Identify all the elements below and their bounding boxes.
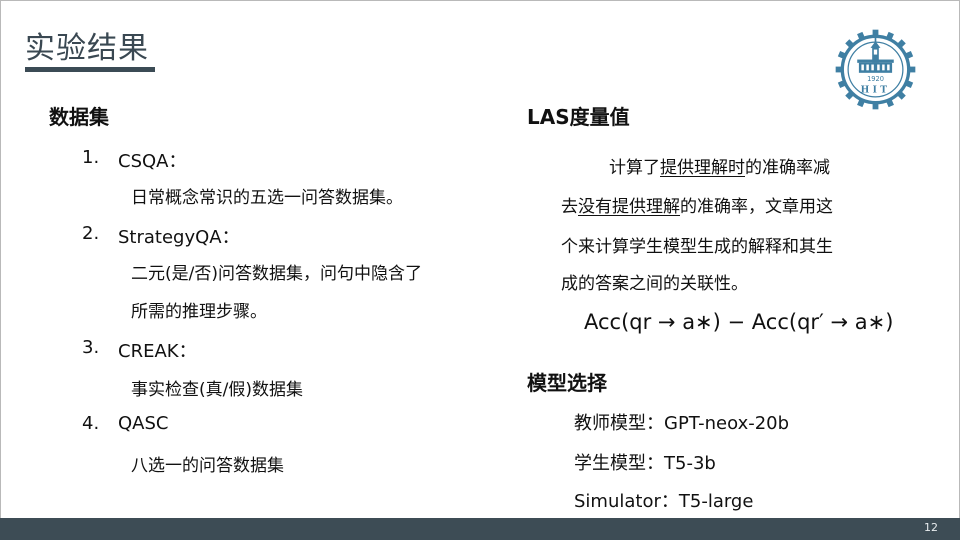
las-text: 去 <box>561 197 578 217</box>
las-formula: Acc(qr → a∗) − Acc(qr′ → a∗) <box>584 310 894 334</box>
las-paragraph-line2: 去没有提供理解的准确率，文章用这 <box>561 192 833 217</box>
las-paragraph-line3: 个来计算学生模型生成的解释和其生 <box>561 237 833 257</box>
teacher-model: 教师模型：GPT-neox-20b <box>574 413 790 434</box>
models-heading: 模型选择 <box>527 371 607 395</box>
dataset-name-csqa: CSQA： <box>118 151 187 172</box>
dataset-name-strategyqa: StrategyQA： <box>118 227 240 248</box>
las-text: 的准确率减 <box>745 158 830 178</box>
footer-bar: 12 <box>0 518 960 540</box>
dataset-number: 1. <box>82 147 100 168</box>
datasets-heading: 数据集 <box>49 105 109 129</box>
dataset-number: 3. <box>82 337 100 358</box>
las-underlined-text: 提供理解时 <box>660 158 745 178</box>
dataset-desc-creak: 事实检查(真/假)数据集 <box>131 380 303 400</box>
slide-title: 实验结果 <box>25 31 149 66</box>
las-text: 的准确率，文章用这 <box>680 197 833 217</box>
dataset-name-qasc: QASC <box>118 413 169 434</box>
slide: 实验结果 1920 HIT 数据集 1. CSQA： 日常概念常识的五选一问答数… <box>0 0 960 540</box>
dataset-name-creak: CREAK： <box>118 341 197 362</box>
dataset-desc-strategyqa: 二元(是/否)问答数据集，问句中隐含了 <box>131 264 422 284</box>
las-heading: LAS度量值 <box>527 105 630 129</box>
title-underline <box>25 67 155 72</box>
page-number: 12 <box>924 521 938 534</box>
logo-year: 1920 <box>867 75 884 83</box>
las-paragraph-line4: 成的答案之间的关联性。 <box>561 274 748 294</box>
dataset-number: 2. <box>82 223 100 244</box>
las-text: 计算了 <box>609 158 660 178</box>
dataset-desc-strategyqa-cont: 所需的推理步骤。 <box>131 302 267 322</box>
dataset-number: 4. <box>82 413 100 434</box>
las-underlined-text: 没有提供理解 <box>578 197 680 217</box>
hit-logo-icon: 1920 HIT <box>835 29 916 110</box>
dataset-desc-qasc: 八选一的问答数据集 <box>131 456 284 476</box>
simulator-model: Simulator：T5-large <box>574 491 754 512</box>
las-paragraph-line1: 计算了提供理解时的准确率减 <box>609 153 830 178</box>
student-model: 学生模型：T5-3b <box>574 453 716 474</box>
logo-letters: HIT <box>861 85 891 96</box>
dataset-desc-csqa: 日常概念常识的五选一问答数据集。 <box>131 188 403 208</box>
